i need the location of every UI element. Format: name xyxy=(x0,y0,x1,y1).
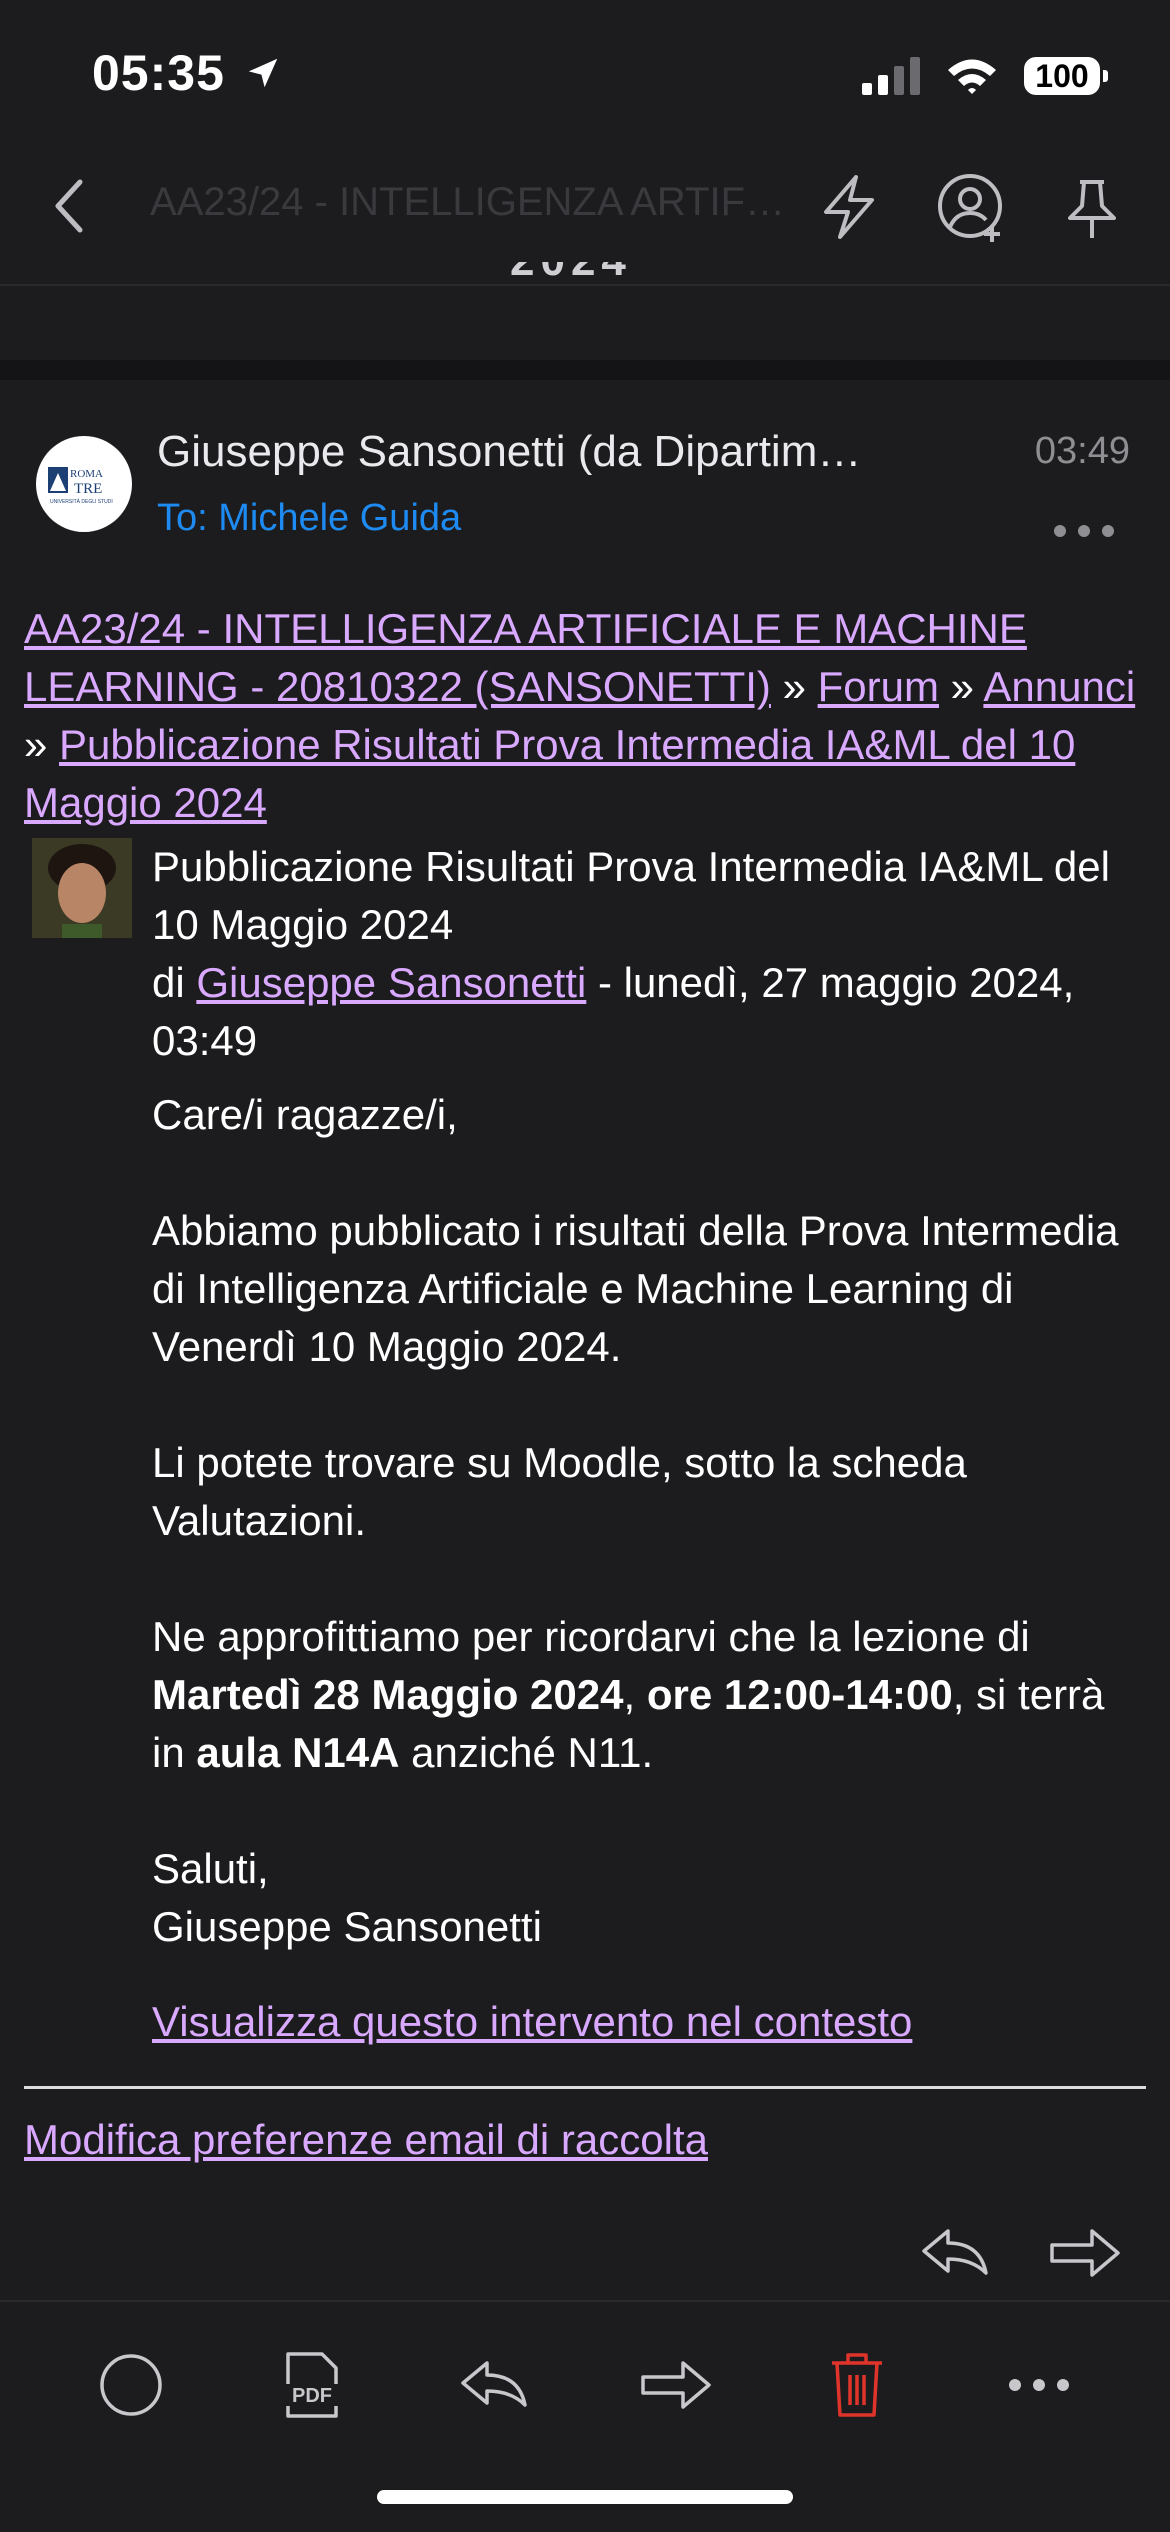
pdf-button[interactable]: PDF xyxy=(267,2340,357,2430)
mark-button[interactable] xyxy=(86,2340,176,2430)
recipient[interactable]: To: Michele Guida xyxy=(157,497,461,540)
view-in-context-link[interactable]: Visualizza questo intervento nel contest… xyxy=(152,1998,912,2046)
svg-text:UNIVERSITÀ DEGLI STUDI: UNIVERSITÀ DEGLI STUDI xyxy=(50,498,113,505)
announcements-link[interactable]: Annunci xyxy=(983,663,1135,710)
greeting: Care/i ragazze/i, xyxy=(152,1091,458,1138)
message-time: 03:49 xyxy=(1034,430,1130,472)
nav-title: AA23/24 - INTELLIGENZA ARTIFICIALE E MAC… xyxy=(150,180,790,224)
forward-arrow-icon xyxy=(1050,2229,1120,2277)
post-byline: di Giuseppe Sansonetti - lunedì, 27 magg… xyxy=(152,954,1142,1070)
breadcrumb: AA23/24 - INTELLIGENZA ARTIFICIALE E MAC… xyxy=(24,600,1144,832)
trash-icon xyxy=(832,2353,883,2417)
forward-arrow-icon xyxy=(641,2361,711,2409)
signature: Giuseppe Sansonetti xyxy=(152,1903,542,1950)
person-add-icon xyxy=(938,174,1002,242)
more-button[interactable] xyxy=(994,2340,1084,2430)
post-body: Care/i ragazze/i, Abbiamo pubblicato i r… xyxy=(152,1086,1142,1956)
author-photo xyxy=(32,838,132,938)
paragraph-results: Abbiamo pubblicato i risultati della Pro… xyxy=(152,1207,1119,1370)
topic-link[interactable]: Pubblicazione Risultati Prova Intermedia… xyxy=(24,721,1075,826)
author-face-icon xyxy=(32,838,132,938)
message-more-button[interactable] xyxy=(1052,500,1116,550)
forum-link[interactable]: Forum xyxy=(818,663,939,710)
status-indicators: 100 xyxy=(862,54,1108,98)
byline-prefix: di xyxy=(152,959,197,1006)
reply-button[interactable] xyxy=(910,2208,1000,2298)
lightning-icon xyxy=(824,175,874,239)
chevron-left-icon xyxy=(55,179,83,233)
breadcrumb-separator: » xyxy=(938,663,984,710)
bottom-toolbar: PDF xyxy=(0,2330,1170,2440)
ellipsis-icon xyxy=(1054,525,1114,537)
reply-icon xyxy=(461,2361,527,2407)
wifi-icon xyxy=(948,59,996,94)
delete-button[interactable] xyxy=(812,2340,902,2430)
sender-avatar[interactable]: ROMA TRE UNIVERSITÀ DEGLI STUDI xyxy=(36,436,132,532)
cellular-signal-icon xyxy=(862,57,920,95)
reply-toolbar-button[interactable] xyxy=(449,2340,539,2430)
circle-icon xyxy=(100,2354,162,2416)
sender-name[interactable]: Giuseppe Sansonetti (da Dipartimento) xyxy=(157,427,877,477)
svg-text:PDF: PDF xyxy=(292,2385,332,2407)
location-arrow-icon xyxy=(248,58,278,88)
battery-indicator: 100 xyxy=(1024,57,1108,95)
previous-message-fragment: 2024 xyxy=(510,262,660,284)
pdf-icon: PDF xyxy=(284,2352,341,2418)
roma-tre-logo-icon: ROMA TRE UNIVERSITÀ DEGLI STUDI xyxy=(48,467,113,505)
status-time: 05:35 xyxy=(92,44,282,102)
message-separator xyxy=(0,360,1170,380)
paragraph-moodle: Li potete trovare su Moodle, sotto la sc… xyxy=(152,1439,967,1544)
post-subject: Pubblicazione Risultati Prova Intermedia… xyxy=(152,843,1110,948)
nav-divider xyxy=(0,284,1170,286)
closing: Saluti, xyxy=(152,1845,269,1892)
back-button[interactable] xyxy=(50,176,90,241)
svg-text:TRE: TRE xyxy=(74,481,102,497)
paragraph-room-change: Ne approfittiamo per ricordarvi che la l… xyxy=(152,1613,1105,1776)
pin-button[interactable] xyxy=(1062,176,1122,247)
toolbar-divider xyxy=(0,2300,1170,2302)
home-indicator[interactable] xyxy=(377,2490,793,2504)
author-link[interactable]: Giuseppe Sansonetti xyxy=(196,959,586,1006)
reply-icon xyxy=(922,2229,988,2275)
email-preferences-link[interactable]: Modifica preferenze email di raccolta xyxy=(24,2116,708,2164)
add-contact-button[interactable] xyxy=(936,172,1008,249)
quick-action-button[interactable] xyxy=(818,174,880,245)
forward-toolbar-button[interactable] xyxy=(631,2340,721,2430)
pin-icon xyxy=(1068,180,1116,238)
ellipsis-icon xyxy=(1009,2379,1070,2391)
forward-button[interactable] xyxy=(1040,2208,1130,2298)
breadcrumb-separator: » xyxy=(24,721,60,768)
message-actions xyxy=(910,2208,1130,2298)
breadcrumb-separator: » xyxy=(770,663,818,710)
svg-text:ROMA: ROMA xyxy=(70,468,103,480)
divider xyxy=(24,2086,1146,2089)
